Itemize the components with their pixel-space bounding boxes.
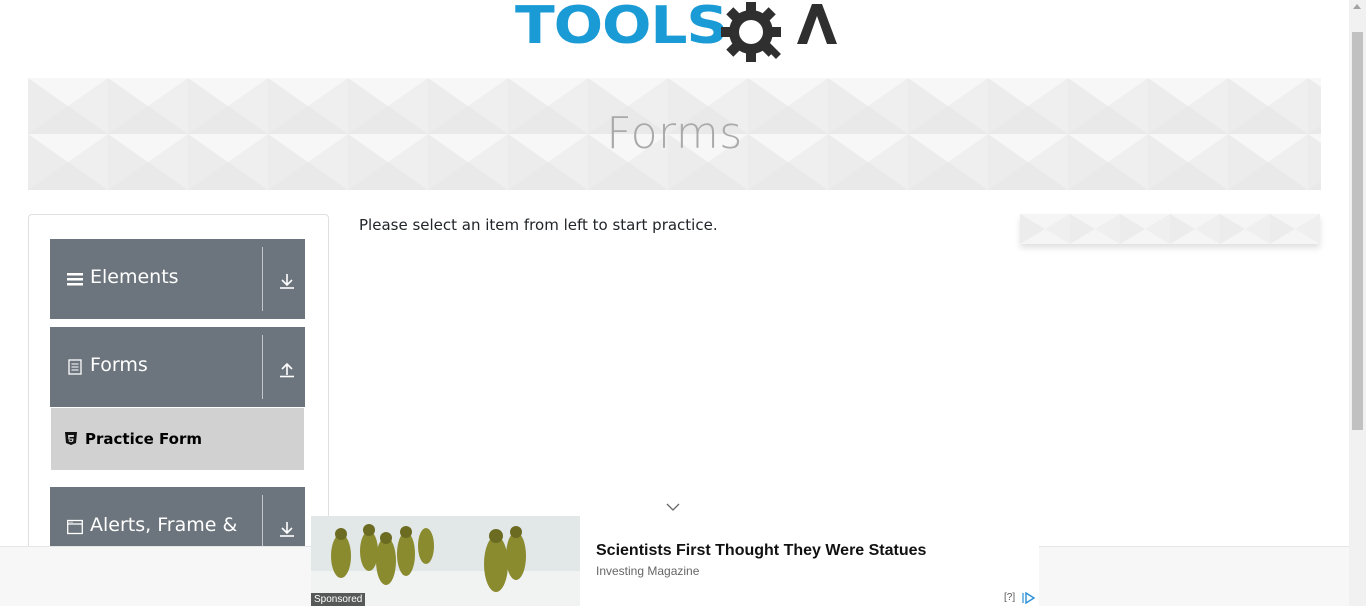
scroll-up-arrow-icon[interactable] bbox=[1353, 4, 1361, 9]
list-icon bbox=[67, 273, 83, 286]
menu-group-label: Forms bbox=[90, 354, 148, 376]
menu-divider bbox=[262, 247, 263, 311]
menu-divider bbox=[262, 335, 263, 399]
ad-source[interactable]: Investing Magazine bbox=[596, 564, 699, 578]
sponsored-label: Sponsored bbox=[311, 593, 366, 606]
menu-item-practice-form[interactable]: Practice Form bbox=[51, 408, 304, 470]
chevron-down-icon[interactable] bbox=[665, 502, 681, 512]
logo-text-tools: TOOLS bbox=[515, 0, 728, 56]
page-title: Forms bbox=[606, 108, 743, 159]
menu-item-label: Practice Form bbox=[85, 430, 202, 448]
menu-group-label: Alerts, Frame & bbox=[90, 514, 238, 536]
right-box-pattern bbox=[1020, 214, 1320, 244]
ad-image[interactable]: Sponsored bbox=[311, 516, 580, 606]
window-icon bbox=[67, 519, 83, 535]
toolsqa-logo[interactable]: TOOLS bbox=[515, 0, 838, 70]
html5-icon bbox=[65, 432, 77, 445]
sponsored-ad[interactable]: Sponsored Scientists First Thought They … bbox=[311, 516, 1039, 606]
left-menu-panel: Elements Forms Practice Form Alerts, Fra… bbox=[28, 214, 329, 574]
ad-info-link[interactable]: [?] bbox=[1004, 592, 1015, 603]
page-scrollbar[interactable] bbox=[1349, 0, 1366, 606]
right-ad-placeholder bbox=[1020, 214, 1320, 244]
document-icon bbox=[68, 359, 82, 375]
download-icon[interactable] bbox=[278, 520, 296, 538]
menu-group-forms[interactable]: Forms bbox=[50, 327, 305, 407]
scrollbar-thumb[interactable] bbox=[1352, 32, 1363, 430]
ad-headline[interactable]: Scientists First Thought They Were Statu… bbox=[596, 542, 926, 560]
logo-gear-qa-icon bbox=[721, 2, 837, 62]
download-icon[interactable] bbox=[278, 272, 296, 290]
ad-choices-icon[interactable] bbox=[1022, 592, 1036, 604]
upload-icon[interactable] bbox=[278, 360, 296, 378]
practice-instruction-text: Please select an item from left to start… bbox=[359, 216, 718, 234]
menu-group-elements[interactable]: Elements bbox=[50, 239, 305, 319]
menu-group-label: Elements bbox=[90, 266, 179, 288]
